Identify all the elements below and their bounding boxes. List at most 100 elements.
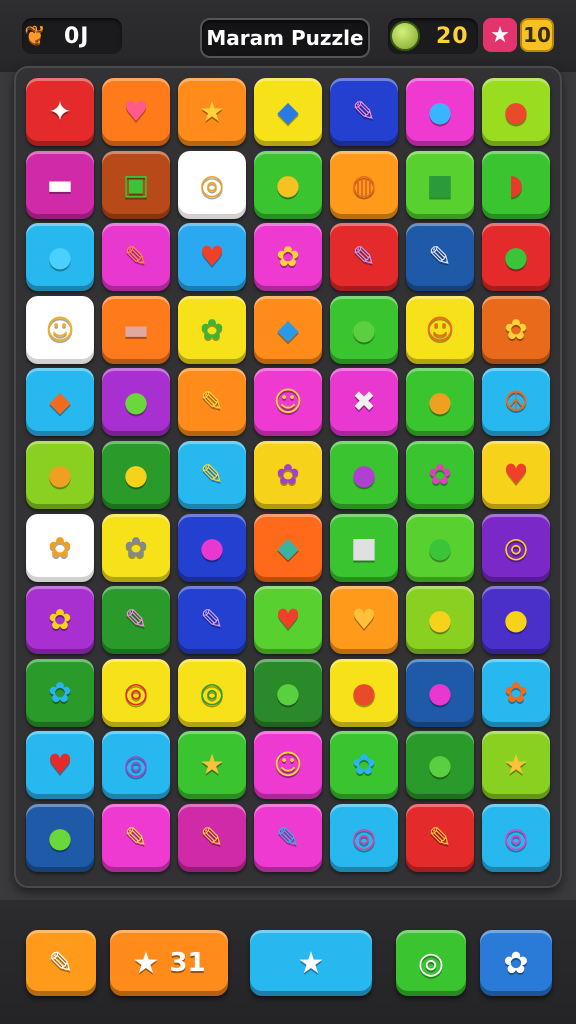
tile-r6-c4[interactable]: ✿ [254, 441, 322, 509]
tile-r8-c5[interactable]: ♥ [330, 586, 398, 655]
tile-r10-c1[interactable]: ♥ [26, 731, 94, 800]
tile-r1-c3[interactable]: ★ [178, 78, 246, 146]
bomb-button[interactable]: ◎ [396, 930, 466, 996]
tile-r7-c5[interactable]: ■ [330, 513, 398, 582]
ball-icon: ● [199, 530, 225, 564]
hammer-button[interactable]: ✎ [26, 930, 96, 996]
tile-r4-c5[interactable]: ● [330, 295, 398, 364]
tile-r4-c3[interactable]: ✿ [178, 295, 246, 364]
tile-r10-c2[interactable]: ◎ [102, 731, 170, 800]
tile-r4-c6[interactable]: ☺ [406, 295, 474, 364]
tile-r5-c7[interactable]: ☮ [482, 368, 550, 437]
tile-r2-c5[interactable]: ◍ [330, 150, 398, 219]
tile-r8-c6[interactable]: ● [406, 586, 474, 655]
tile-r10-c7[interactable]: ★ [482, 731, 550, 800]
tile-r6-c1[interactable]: ● [26, 441, 94, 509]
tile-r3-c5[interactable]: ✎ [330, 223, 398, 292]
tile-r2-c7[interactable]: ◗ [482, 150, 550, 219]
cube-icon: ■ [426, 167, 454, 201]
tile-r11-c1[interactable]: ● [26, 804, 94, 872]
tile-r3-c1[interactable]: ● [26, 223, 94, 292]
tile-r8-c4[interactable]: ♥ [254, 586, 322, 655]
tile-r6-c7[interactable]: ♥ [482, 441, 550, 509]
tile-r1-c7[interactable]: ● [482, 78, 550, 146]
ring-icon: ◎ [503, 821, 529, 854]
tile-r1-c5[interactable]: ✎ [330, 78, 398, 146]
tile-r3-c4[interactable]: ✿ [254, 223, 322, 292]
tile-r8-c2[interactable]: ✎ [102, 586, 170, 655]
tile-r8-c3[interactable]: ✎ [178, 586, 246, 655]
tile-r7-c7[interactable]: ◎ [482, 513, 550, 582]
tile-r5-c4[interactable]: ☺ [254, 368, 322, 437]
tile-r8-c1[interactable]: ✿ [26, 586, 94, 655]
smile-icon: ☺ [273, 748, 303, 782]
tile-r1-c2[interactable]: ♥ [102, 78, 170, 146]
tile-r2-c4[interactable]: ● [254, 150, 322, 219]
tile-r5-c5[interactable]: ✖ [330, 368, 398, 437]
tile-r1-c1[interactable]: ✦ [26, 78, 94, 146]
tile-r9-c4[interactable]: ● [254, 658, 322, 727]
tile-r11-c3[interactable]: ✎ [178, 804, 246, 872]
tile-r4-c2[interactable]: ▬ [102, 295, 170, 364]
tile-r7-c6[interactable]: ● [406, 513, 474, 582]
tile-r5-c3[interactable]: ✎ [178, 368, 246, 437]
star-count-button[interactable]: ★ 31 [110, 930, 228, 996]
settings-button[interactable]: ✿ [480, 930, 552, 996]
tile-r3-c2[interactable]: ✎ [102, 223, 170, 292]
feather-icon: ✎ [276, 821, 300, 854]
tile-r1-c4[interactable]: ◆ [254, 78, 322, 146]
tile-r10-c4[interactable]: ☺ [254, 731, 322, 800]
star-boost-button[interactable]: ★ [250, 930, 372, 996]
tile-r2-c3[interactable]: ◎ [178, 150, 246, 219]
tile-r2-c1[interactable]: ▬ [26, 150, 94, 219]
tile-r4-c4[interactable]: ◆ [254, 295, 322, 364]
tile-r9-c7[interactable]: ✿ [482, 658, 550, 727]
tile-r6-c3[interactable]: ✎ [178, 441, 246, 509]
tile-r10-c6[interactable]: ● [406, 731, 474, 800]
tile-r11-c2[interactable]: ✎ [102, 804, 170, 872]
star-badge[interactable]: ★ [483, 18, 517, 52]
tile-r9-c6[interactable]: ● [406, 658, 474, 727]
tile-r6-c6[interactable]: ✿ [406, 441, 474, 509]
star-icon: ★ [490, 22, 510, 48]
tile-r7-c3[interactable]: ● [178, 513, 246, 582]
tile-r6-c2[interactable]: ● [102, 441, 170, 509]
tile-r9-c3[interactable]: ◎ [178, 658, 246, 727]
tile-r10-c5[interactable]: ✿ [330, 731, 398, 800]
bubble-icon: ● [47, 240, 73, 274]
tile-r11-c7[interactable]: ◎ [482, 804, 550, 872]
tile-r9-c2[interactable]: ◎ [102, 658, 170, 727]
tile-r7-c4[interactable]: ◆ [254, 513, 322, 582]
ring-icon: ◎ [503, 530, 529, 564]
tile-r5-c2[interactable]: ● [102, 368, 170, 437]
tile-r5-c1[interactable]: ◆ [26, 368, 94, 437]
tile-r8-c7[interactable]: ● [482, 586, 550, 655]
tile-r11-c5[interactable]: ◎ [330, 804, 398, 872]
paw-icon: ❦ [24, 21, 46, 51]
tile-r6-c5[interactable]: ● [330, 441, 398, 509]
tile-r9-c5[interactable]: ● [330, 658, 398, 727]
tile-r3-c7[interactable]: ● [482, 223, 550, 292]
leaf-icon: ● [47, 821, 73, 854]
tile-r2-c6[interactable]: ■ [406, 150, 474, 219]
tile-r5-c6[interactable]: ● [406, 368, 474, 437]
tile-r4-c7[interactable]: ✿ [482, 295, 550, 364]
tile-r9-c1[interactable]: ✿ [26, 658, 94, 727]
tile-r11-c6[interactable]: ✎ [406, 804, 474, 872]
bowl-icon: ◗ [508, 167, 524, 201]
ball-icon: ● [351, 312, 377, 346]
tile-r10-c3[interactable]: ★ [178, 731, 246, 800]
tile-r1-c6[interactable]: ● [406, 78, 474, 146]
tile-r2-c2[interactable]: ▣ [102, 150, 170, 219]
tile-r11-c4[interactable]: ✎ [254, 804, 322, 872]
shell-icon: ◍ [351, 167, 377, 201]
tile-r3-c3[interactable]: ♥ [178, 223, 246, 292]
coins-value: 20 [436, 23, 469, 49]
tile-r7-c1[interactable]: ✿ [26, 513, 94, 582]
lolly-icon: ✎ [200, 385, 224, 419]
fruit-icon: ● [351, 675, 377, 709]
tile-r3-c6[interactable]: ✎ [406, 223, 474, 292]
heart-icon: ♥ [123, 95, 149, 128]
tile-r4-c1[interactable]: ☺ [26, 295, 94, 364]
tile-r7-c2[interactable]: ✿ [102, 513, 170, 582]
